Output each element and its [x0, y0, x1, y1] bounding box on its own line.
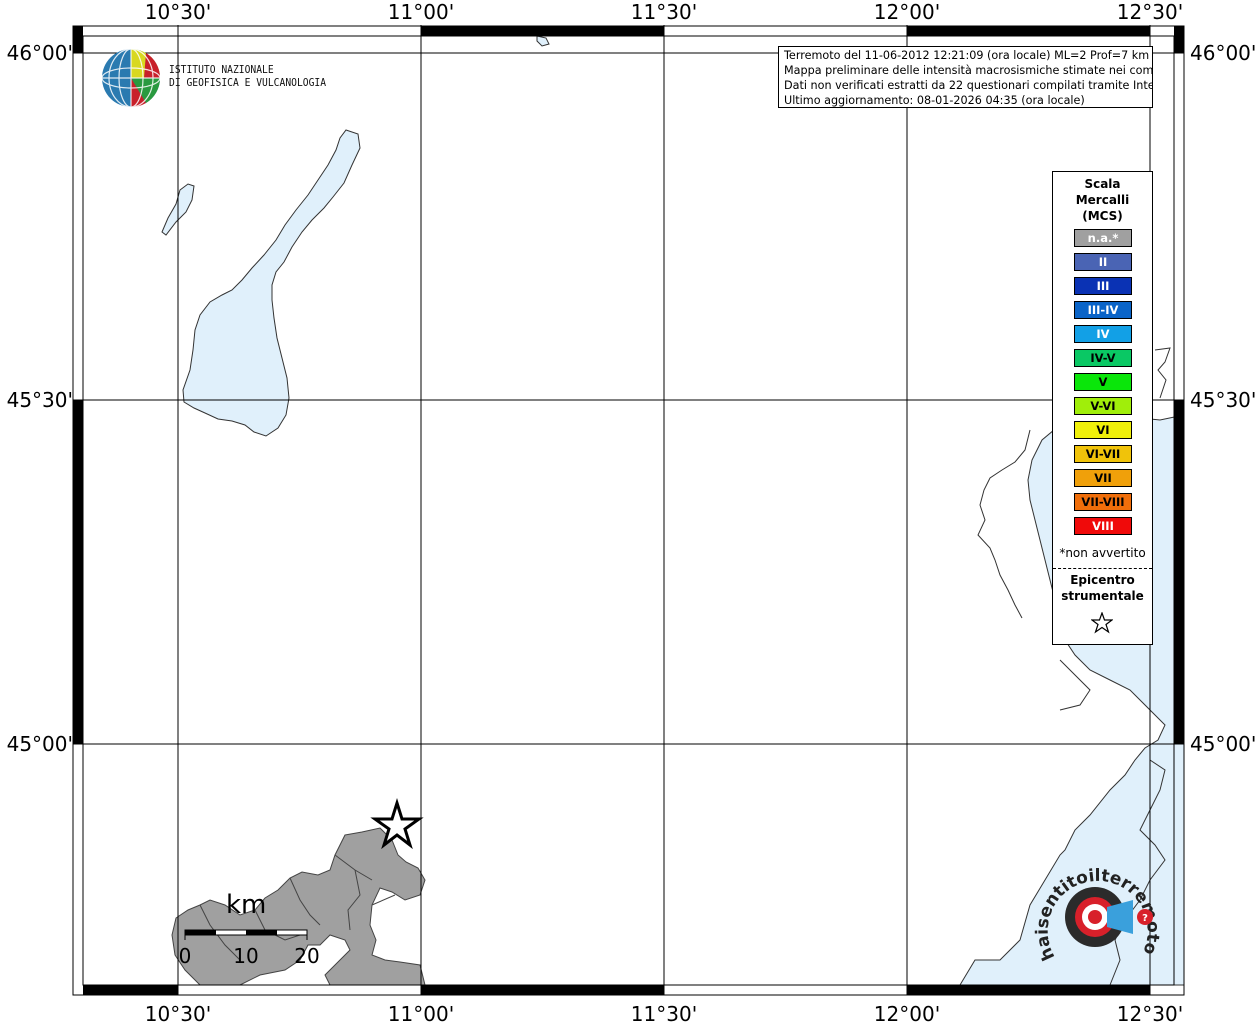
- lat-label-right: 46°00': [1190, 41, 1255, 65]
- ingv-globe-icon: [101, 48, 161, 108]
- lon-label-bottom: 11°00': [387, 1002, 455, 1026]
- lon-label-bottom: 10°30': [144, 1002, 212, 1026]
- svg-text:?: ?: [1142, 913, 1148, 924]
- map-frame: [72, 25, 1185, 996]
- graticule: [73, 25, 1184, 995]
- legend-epicenter-line: strumentale: [1061, 589, 1144, 603]
- small-lake: [536, 35, 550, 47]
- lat-label-left: 46°00': [6, 41, 73, 65]
- legend-item: VII: [1074, 469, 1132, 487]
- event-info-box: Terremoto del 11-06-2012 12:21:09 (ora l…: [778, 46, 1153, 108]
- legend-title: Scala Mercalli (MCS): [1053, 176, 1152, 224]
- ingv-name-line1: ISTITUTO NAZIONALE: [169, 64, 274, 76]
- lat-label-right: 45°30': [1190, 388, 1255, 412]
- ingv-logo-text: ISTITUTO NAZIONALE DI GEOFISICA E VULCAN…: [169, 64, 326, 90]
- lon-label-top: 12°00': [873, 0, 941, 24]
- legend-note: *non avvertito: [1059, 546, 1146, 560]
- lon-label-top: 12°30': [1116, 0, 1184, 24]
- lat-label-left: 45°30': [6, 388, 73, 412]
- legend-item: VI: [1074, 421, 1132, 439]
- lat-label-right: 45°00': [1190, 732, 1255, 756]
- legend-item: VII-VIII: [1074, 493, 1132, 511]
- event-info-line: Terremoto del 11-06-2012 12:21:09 (ora l…: [784, 49, 1150, 62]
- star-outline-icon: [1091, 612, 1113, 634]
- scale-bar-unit: km: [226, 890, 267, 920]
- legend-title-line: (MCS): [1082, 209, 1123, 223]
- legend-item: VI-VII: [1074, 445, 1132, 463]
- lon-label-top: 11°00': [387, 0, 455, 24]
- legend-title-line: Scala: [1084, 177, 1121, 191]
- event-info-line: Ultimo aggiornamento: 08-01-2026 04:35 (…: [784, 94, 1085, 107]
- lon-label-bottom: 12°30': [1116, 1002, 1184, 1026]
- lon-label-bottom: 12°00': [873, 1002, 941, 1026]
- legend-divider: [1053, 568, 1152, 569]
- legend-item: IV: [1074, 325, 1132, 343]
- legend-item: VIII: [1074, 517, 1132, 535]
- lat-label-left: 45°00': [6, 732, 73, 756]
- legend-item: V-VI: [1074, 397, 1132, 415]
- mcs-legend: Scala Mercalli (MCS) n.a.* II III III-IV IV I…: [1052, 171, 1153, 645]
- hsit-target-icon: haisentitoilterremoto.it ?: [1021, 837, 1163, 964]
- legend-item: III: [1074, 277, 1132, 295]
- hsit-brand-logo[interactable]: haisentitoilterremoto.it ?: [1021, 837, 1165, 982]
- scale-bar-tick: 0: [178, 944, 192, 968]
- legend-item: n.a.*: [1074, 229, 1132, 247]
- legend-item: IV-V: [1074, 349, 1132, 367]
- legend-title-line: Mercalli: [1075, 193, 1130, 207]
- lake-garda: [182, 129, 361, 437]
- scale-bar-tick: 20: [294, 944, 320, 968]
- event-info-line: Mappa preliminare delle intensità macros…: [784, 64, 1153, 77]
- scale-bar-tick: 10: [233, 944, 259, 968]
- legend-item: III-IV: [1074, 301, 1132, 319]
- ingv-name-line2: DI GEOFISICA E VULCANOLOGIA: [169, 77, 327, 89]
- legend-epicenter-label: Epicentro strumentale: [1053, 572, 1152, 604]
- lon-label-top: 11°30': [630, 0, 698, 24]
- lon-label-top: 10°30': [144, 0, 212, 24]
- lon-label-bottom: 11°30': [630, 1002, 698, 1026]
- legend-item: II: [1074, 253, 1132, 271]
- legend-item: V: [1074, 373, 1132, 391]
- event-info-line: Dati non verificati estratti da 22 quest…: [784, 79, 1153, 92]
- legend-epicenter-line: Epicentro: [1070, 573, 1135, 587]
